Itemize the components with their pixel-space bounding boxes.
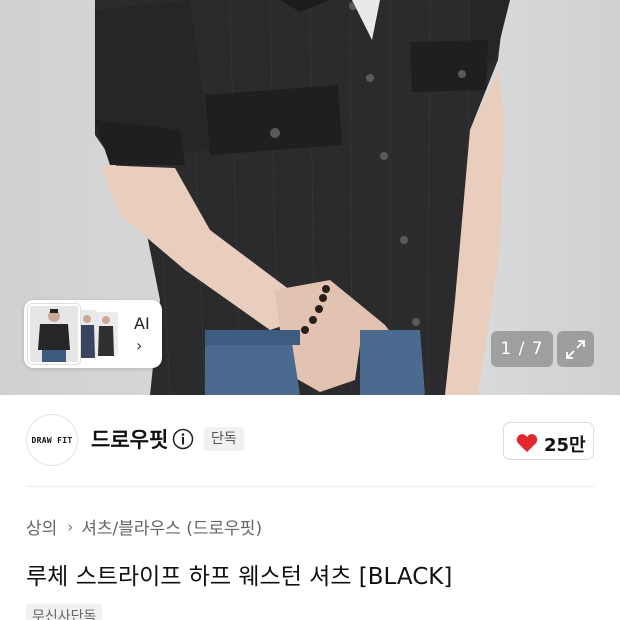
expand-button[interactable] bbox=[557, 331, 594, 367]
thumbnail-strip[interactable]: AI › bbox=[24, 300, 162, 368]
brand-logo-text: DRAW FIT bbox=[31, 435, 73, 445]
heart-icon bbox=[516, 434, 538, 453]
breadcrumb-item-category[interactable]: 상의 bbox=[26, 514, 57, 539]
brand-row: DRAW FIT 드로우핏 단독 25만 bbox=[0, 395, 620, 487]
product-image-gallery[interactable]: AI › 1 / 7 bbox=[0, 0, 620, 395]
breadcrumb-item-subcategory[interactable]: 셔츠/블라우스 (드로우핏) bbox=[81, 514, 262, 539]
expand-arrows-icon bbox=[566, 340, 585, 359]
brand-logo[interactable]: DRAW FIT bbox=[26, 414, 78, 466]
brand-name[interactable]: 드로우핏 bbox=[91, 424, 168, 454]
breadcrumb: 상의 › 셔츠/블라우스 (드로우핏) bbox=[26, 514, 262, 540]
product-title: 루체 스트라이프 하프 웨스턴 셔츠 [BLACK] bbox=[26, 564, 453, 590]
exclusive-badge: 단독 bbox=[204, 427, 244, 451]
image-page-counter: 1 / 7 bbox=[491, 331, 553, 367]
info-icon[interactable] bbox=[172, 428, 194, 450]
like-count: 25만 bbox=[544, 435, 586, 456]
chevron-right-icon: › bbox=[67, 517, 74, 536]
divider bbox=[26, 486, 594, 487]
thumbnail-1-selected[interactable] bbox=[28, 304, 80, 364]
chevron-right-icon[interactable]: › bbox=[136, 336, 142, 355]
promo-tag: 무신사단독 bbox=[26, 604, 103, 620]
like-button[interactable]: 25만 bbox=[503, 422, 594, 460]
ai-label[interactable]: AI bbox=[134, 314, 150, 333]
